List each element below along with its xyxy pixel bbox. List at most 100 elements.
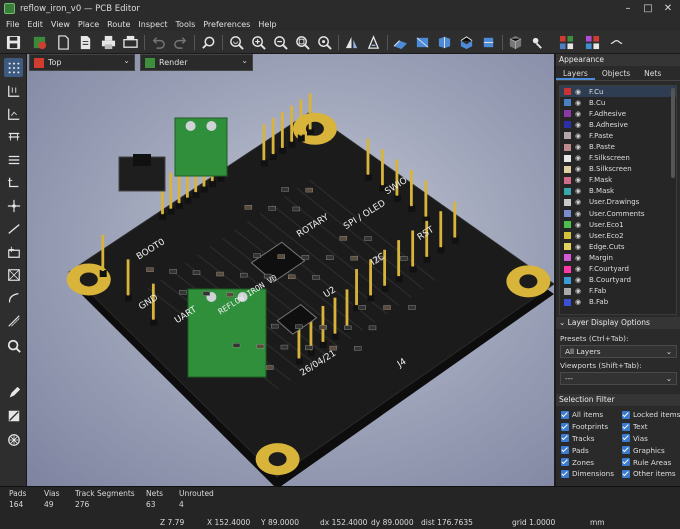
interactive-icon[interactable] (4, 196, 23, 215)
material-icon[interactable] (529, 34, 546, 51)
menu-view[interactable]: View (47, 20, 74, 29)
filter-checkbox[interactable]: Footprints (561, 421, 622, 433)
layer-color-swatch[interactable] (564, 143, 571, 151)
menu-inspect[interactable]: Inspect (134, 20, 171, 29)
layer-color-swatch[interactable] (564, 265, 571, 273)
checkbox-checked-icon[interactable] (622, 410, 630, 419)
layers-grid-icon[interactable] (558, 34, 575, 51)
eye-icon[interactable]: ◉ (575, 121, 585, 129)
layer-color-swatch[interactable] (564, 165, 571, 173)
layer-row[interactable]: ◉ User.Eco2 (560, 230, 676, 241)
filter-checkbox[interactable]: Locked items (622, 409, 680, 421)
menu-tools[interactable]: Tools (172, 20, 200, 29)
checkbox-checked-icon[interactable] (622, 469, 630, 478)
presets-select[interactable]: All Layers ⌄ (560, 345, 677, 358)
color-palette-icon[interactable] (584, 34, 601, 51)
track-tool-icon[interactable] (4, 127, 23, 146)
length-tune-icon[interactable] (4, 219, 23, 238)
menu-route[interactable]: Route (103, 20, 134, 29)
eye-icon[interactable]: ◉ (575, 143, 585, 151)
view-back-icon[interactable] (458, 34, 475, 51)
layer-list[interactable]: ◉ F.Cu ◉ B.Cu ◉ F.Adhesive ◉ B.Adhesive ◉ F.Paste… (559, 85, 677, 315)
zoom-in-icon[interactable] (250, 34, 267, 51)
filter-checkbox[interactable]: Pads (561, 444, 622, 456)
measure-pads-icon[interactable] (4, 81, 23, 100)
microwave-icon[interactable] (4, 173, 23, 192)
layer-color-swatch[interactable] (564, 99, 571, 107)
filter-checkbox[interactable]: Zones (561, 456, 622, 468)
eye-icon[interactable]: ◉ (575, 110, 585, 118)
undo-icon[interactable] (150, 34, 167, 51)
checkbox-checked-icon[interactable] (622, 458, 630, 467)
layer-color-swatch[interactable] (564, 254, 571, 262)
eye-icon[interactable]: ◉ (575, 154, 585, 162)
close-icon[interactable]: ✕ (657, 0, 679, 17)
layer-row[interactable]: ◉ User.Comments (560, 208, 676, 219)
layer-color-swatch[interactable] (564, 198, 571, 206)
pin-icon[interactable] (4, 430, 23, 449)
layer-color-swatch[interactable] (564, 132, 571, 140)
layer-row[interactable]: ◉ Margin (560, 252, 676, 263)
layer-row[interactable]: ◉ B.Paste (560, 141, 676, 152)
render-selector[interactable]: Render ⌄ (140, 54, 253, 71)
filter-checkbox[interactable]: Vias (622, 433, 680, 445)
eye-icon[interactable]: ◉ (575, 132, 585, 140)
layer-row[interactable]: ◉ F.Paste (560, 130, 676, 141)
eye-icon[interactable]: ◉ (575, 88, 585, 96)
minimize-icon[interactable]: – (617, 0, 639, 17)
layer-row[interactable]: ◉ F.Silkscreen (560, 153, 676, 164)
zoom-redraw-icon[interactable] (228, 34, 245, 51)
layer-color-swatch[interactable] (564, 232, 571, 240)
layer-row[interactable]: ◉ B.Mask (560, 186, 676, 197)
layer-color-swatch[interactable] (564, 221, 571, 229)
eye-icon[interactable]: ◉ (575, 265, 585, 273)
checkbox-checked-icon[interactable] (561, 434, 569, 443)
checkbox-checked-icon[interactable] (622, 446, 630, 455)
eye-icon[interactable]: ◉ (575, 254, 585, 262)
layer-color-swatch[interactable] (564, 243, 571, 251)
tab-nets[interactable]: Nets (637, 66, 668, 80)
checkbox-checked-icon[interactable] (561, 410, 569, 419)
layer-color-swatch[interactable] (564, 121, 571, 129)
view-front-icon[interactable] (436, 34, 453, 51)
checkbox-checked-icon[interactable] (561, 458, 569, 467)
viewports-select[interactable]: --- ⌄ (560, 372, 677, 385)
print-icon[interactable] (100, 34, 117, 51)
filter-checkbox[interactable]: Graphics (622, 444, 680, 456)
layer-row[interactable]: ◉ Edge.Cuts (560, 241, 676, 252)
layer-row[interactable]: ◉ User.Eco1 (560, 219, 676, 230)
layer-row[interactable]: ◉ B.Silkscreen (560, 164, 676, 175)
line-tool-icon[interactable] (4, 288, 23, 307)
find-icon[interactable] (200, 34, 217, 51)
checkbox-checked-icon[interactable] (622, 434, 630, 443)
eye-icon[interactable]: ◉ (575, 276, 585, 284)
layer-pairs-icon[interactable] (4, 150, 23, 169)
layer-row[interactable]: ◉ F.Fab (560, 286, 676, 297)
new-page-icon[interactable] (55, 34, 72, 51)
layer-color-swatch[interactable] (564, 210, 571, 218)
checkbox-checked-icon[interactable] (561, 446, 569, 455)
ruler-icon[interactable] (4, 406, 23, 425)
eye-icon[interactable]: ◉ (575, 210, 585, 218)
eye-icon[interactable]: ◉ (575, 176, 585, 184)
3d-box-icon[interactable] (507, 34, 524, 51)
filter-checkbox[interactable]: Text (622, 421, 680, 433)
board-setup-icon[interactable] (31, 34, 48, 51)
layer-color-swatch[interactable] (564, 298, 571, 306)
layer-color-swatch[interactable] (564, 187, 571, 195)
zoom-fit-icon[interactable] (294, 34, 311, 51)
tab-objects[interactable]: Objects (595, 66, 637, 80)
filter-checkbox[interactable]: Other items (622, 468, 680, 480)
eye-icon[interactable]: ◉ (575, 298, 585, 306)
plot-icon[interactable] (122, 34, 139, 51)
eye-icon[interactable]: ◉ (575, 165, 585, 173)
arc-tool-icon[interactable] (4, 311, 23, 330)
layer-color-swatch[interactable] (564, 110, 571, 118)
3d-viewport[interactable]: UART GND 26/04/21 SPI / OLED ROTARY I2C SWIO RS… (27, 54, 554, 486)
view-left-icon[interactable] (480, 34, 497, 51)
eye-icon[interactable]: ◉ (575, 287, 585, 295)
layer-row[interactable]: ◉ B.Adhesive (560, 119, 676, 130)
measure-ruler-icon[interactable] (4, 104, 23, 123)
eye-icon[interactable]: ◉ (575, 232, 585, 240)
layer-selector[interactable]: Top ⌄ (29, 54, 135, 71)
